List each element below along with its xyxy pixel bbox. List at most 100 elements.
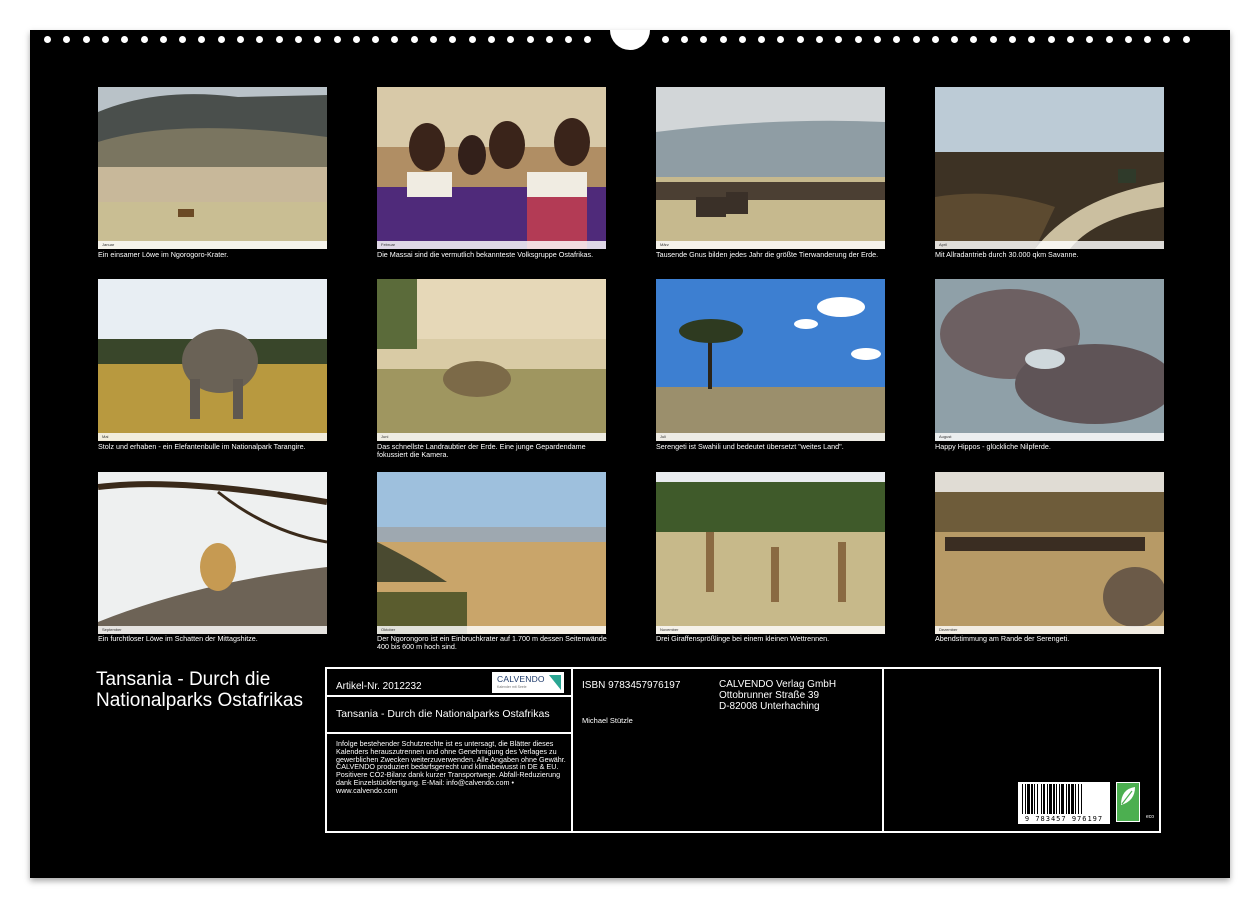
calendar-strip: April [935, 241, 1164, 249]
legal-notice: Infolge bestehender Schutzrechte ist es … [336, 739, 566, 795]
calvendo-logo-text: CALVENDO [497, 674, 545, 684]
barcode-bar [1049, 784, 1052, 814]
photo-march: März [656, 87, 885, 249]
caption-october: Der Ngorongoro ist ein Einbruchkrater au… [377, 634, 607, 651]
binding-hole [159, 36, 167, 43]
leaf-icon [1121, 787, 1135, 805]
barcode-bar [1071, 784, 1074, 814]
binding-hole [430, 36, 437, 43]
binding-hole [294, 36, 302, 43]
barcode-digits: 9 783457 976197 [1024, 815, 1104, 823]
barcode-bar [1081, 784, 1082, 814]
publisher: CALVENDO Verlag GmbH [719, 679, 837, 690]
binding-hole [1009, 36, 1016, 43]
photo-january: Januar [98, 87, 327, 249]
binding-hole [256, 36, 264, 43]
photo-february: Februar [377, 87, 606, 249]
binding-hole [217, 36, 225, 43]
barcode-bar [1066, 784, 1067, 814]
barcode-bar [1068, 784, 1070, 814]
binding-hole [816, 36, 823, 43]
binding-hole [738, 36, 746, 43]
caption-june: Das schnellste Landraubtier der Erde. Ei… [377, 442, 586, 459]
isbn: ISBN 9783457976197 [582, 680, 681, 691]
calendar-strip: Januar [98, 241, 327, 249]
binding-hole [873, 36, 881, 43]
barcode-bar [1034, 784, 1035, 814]
binding-hole [796, 36, 804, 43]
calvendo-logo-subtitle: Kalender mit Seele [497, 685, 527, 689]
binding-hole [179, 36, 187, 43]
calendar-strip: August [935, 433, 1164, 441]
month-label: August [939, 434, 952, 439]
photo-november: November [656, 472, 885, 634]
calendar-strip: Dezember [935, 626, 1164, 634]
binding-hole [854, 36, 862, 43]
binding-hole [275, 36, 283, 43]
barcode-bar [1047, 784, 1048, 814]
calendar-strip: Februar [377, 241, 606, 249]
binding-hole [970, 36, 978, 43]
binding-hole [333, 36, 341, 43]
calvendo-mark-icon [549, 675, 561, 690]
month-label: Januar [102, 242, 115, 247]
caption-march: Tausende Gnus bilden jedes Jahr die größ… [656, 250, 879, 259]
article-number: Artikel-Nr. 2012232 [336, 681, 422, 692]
calendar-strip: Mai [98, 433, 327, 441]
barcode-bar [1043, 784, 1045, 814]
binding-hole [507, 36, 515, 43]
binding-hole [1163, 36, 1171, 43]
binding-hole [719, 36, 727, 43]
caption-may: Stolz und erhaben - ein Elefantenbulle i… [98, 442, 306, 451]
eco-badge: eco [1116, 782, 1154, 822]
month-label: Oktober [381, 627, 396, 632]
binding-hole [352, 36, 360, 43]
binding-hole [140, 36, 148, 43]
barcode-bar [1027, 784, 1030, 814]
barcode-bar [1056, 784, 1057, 814]
caption-january: Ein einsamer Löwe im Ngorogoro-Krater. [98, 250, 229, 259]
barcode-bar [1031, 784, 1033, 814]
binding-hole [1086, 36, 1094, 43]
binding-hole [101, 36, 109, 43]
binding-hole [1105, 36, 1113, 43]
info-title: Tansania - Durch die Nationalparks Ostaf… [336, 708, 550, 720]
binding-hole [44, 36, 51, 43]
binding-hole [121, 36, 129, 43]
month-label: Juni [381, 434, 389, 439]
barcode-bar [1075, 784, 1076, 814]
binding-hole [1028, 36, 1036, 43]
caption-september: Ein furchtloser Löwe im Schatten der Mit… [98, 634, 258, 643]
month-label: Februar [381, 242, 396, 247]
binding-hole [1066, 36, 1074, 43]
barcode-bars [1022, 784, 1082, 814]
binding-hole [391, 36, 399, 43]
binding-hole [372, 36, 380, 43]
photo-july: Juli [656, 279, 885, 441]
divider [882, 667, 884, 833]
binding-hole [410, 36, 418, 43]
divider [325, 695, 572, 697]
barcode-bar [1037, 784, 1038, 814]
caption-november: Drei Giraffensprößlinge bei einem kleine… [656, 634, 830, 643]
calendar-title: Tansania - Durch die Nationalparks Ostaf… [96, 669, 303, 711]
publisher-street: Ottobrunner Straße 39 [719, 690, 820, 701]
barcode-bar [1025, 784, 1026, 814]
binding-hole [584, 36, 592, 43]
month-label: April [939, 242, 948, 247]
photo-october: Oktober [377, 472, 606, 634]
caption-february: Die Massai sind die vermutlich bekanntes… [377, 250, 594, 259]
binding-hole [758, 36, 766, 43]
calendar-strip: Juli [656, 433, 885, 441]
binding-hole [835, 36, 843, 43]
month-label: Juli [660, 434, 667, 439]
binding-hole [82, 36, 90, 43]
binding-hole [565, 36, 573, 43]
publisher-city: D-82008 Unterhaching [719, 701, 820, 712]
month-label: September [102, 627, 122, 632]
binding-hole [700, 36, 708, 43]
author: Michael Stützle [582, 716, 633, 725]
binding-hole [912, 36, 920, 43]
binding-hole [198, 36, 206, 43]
barcode-bar [1061, 784, 1064, 814]
